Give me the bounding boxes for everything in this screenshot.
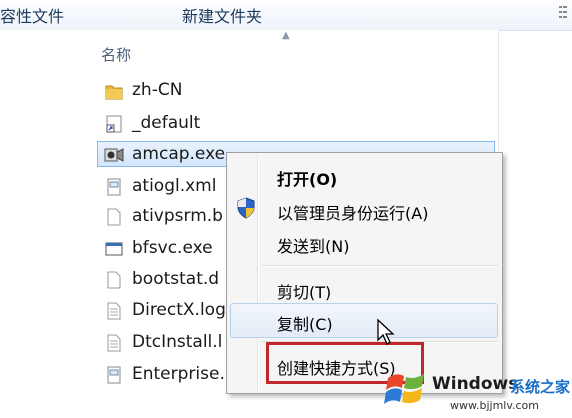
site-watermark: Windows 系统之家 www.bjjmlv.com	[380, 362, 570, 416]
watermark-url: www.bjjmlv.com	[450, 399, 539, 412]
mouse-cursor-icon	[376, 318, 396, 346]
menu-icon-gutter	[257, 155, 259, 391]
uac-shield-icon	[236, 197, 256, 219]
toolbar-compat-files-button[interactable]: 容性文件	[0, 3, 64, 27]
menu-item-open[interactable]: 打开(O)	[277, 166, 337, 190]
exe-file-icon	[104, 239, 124, 259]
xml-file-icon	[104, 365, 124, 385]
menu-item-cut[interactable]: 剪切(T)	[277, 279, 331, 303]
menu-hover-highlight	[230, 303, 498, 338]
blank-file-icon	[104, 207, 124, 227]
shortcut-icon	[104, 114, 124, 134]
blank-file-icon	[104, 270, 124, 290]
column-header-name[interactable]: 名称	[101, 44, 131, 65]
explorer-toolbar: 容性文件 新建文件夹	[0, 0, 572, 31]
xml-file-icon	[104, 177, 124, 197]
menu-item-copy[interactable]: 复制(C)	[277, 311, 333, 335]
list-item[interactable]: _default	[100, 111, 500, 137]
menu-item-send-to[interactable]: 发送到(N)	[277, 233, 349, 257]
folder-icon	[104, 81, 124, 101]
view-options-icon[interactable]	[558, 4, 568, 20]
list-item[interactable]: zh-CN	[100, 78, 500, 104]
text-file-icon	[104, 301, 124, 321]
watermark-title: Windows	[432, 374, 519, 394]
menu-item-run-as-admin[interactable]: 以管理员身份运行(A)	[277, 200, 428, 224]
navigation-pane-edge	[0, 30, 74, 392]
camera-exe-icon	[104, 145, 124, 165]
toolbar-new-folder-button[interactable]: 新建文件夹	[182, 3, 262, 27]
watermark-subtitle: 系统之家	[510, 378, 571, 396]
sort-ascending-icon: ▲	[282, 30, 290, 41]
text-file-icon	[104, 333, 124, 353]
windows-logo-icon	[384, 368, 428, 408]
menu-separator	[261, 265, 499, 267]
